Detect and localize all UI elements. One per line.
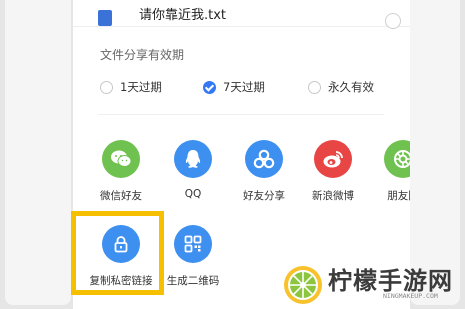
option-1-day[interactable]: 1天过期 (100, 78, 162, 96)
radio-icon[interactable] (308, 80, 321, 94)
option-7-days[interactable]: 7天过期 (203, 78, 265, 96)
weibo-icon (314, 140, 352, 178)
friend-share-icon (245, 140, 283, 178)
file-select-radio[interactable] (385, 13, 401, 29)
share-label: 朋友圈 (387, 190, 410, 202)
file-row[interactable]: 请你靠近我.txt (73, 0, 410, 29)
moments-icon (384, 140, 410, 178)
radio-checked-icon[interactable] (203, 80, 216, 94)
watermark-url: NINGMAKEUP.COM (383, 292, 438, 300)
share-label: QQ (184, 188, 202, 200)
validity-section-title: 文件分享有效期 (100, 48, 185, 62)
share-friend-button[interactable]: 好友分享 (228, 140, 300, 203)
share-label: 新浪微博 (312, 190, 354, 202)
file-icon (98, 10, 112, 26)
radio-icon[interactable] (100, 80, 113, 94)
share-moments-button[interactable]: 朋友圈 (367, 140, 410, 203)
share-wechat-button[interactable]: 微信好友 (85, 140, 157, 203)
option-permanent[interactable]: 永久有效 (308, 78, 374, 96)
file-name: 请你靠近我.txt (139, 8, 227, 23)
option-label: 7天过期 (223, 80, 265, 94)
share-label: 生成二维码 (166, 275, 220, 287)
background-card-right (410, 0, 460, 305)
lemon-logo-icon (284, 266, 322, 304)
generate-qr-code-button[interactable]: 生成二维码 (157, 225, 229, 288)
qq-icon (174, 140, 212, 178)
qr-code-icon (174, 225, 212, 263)
share-label: 好友分享 (243, 190, 285, 202)
share-label: 微信好友 (100, 190, 142, 202)
highlight-box (71, 211, 164, 295)
background-card-left (5, 0, 71, 305)
share-weibo-button[interactable]: 新浪微博 (297, 140, 369, 203)
option-label: 永久有效 (328, 80, 374, 94)
wechat-icon (102, 140, 140, 178)
option-label: 1天过期 (120, 80, 162, 94)
watermark-brand: 柠檬手游网 (328, 267, 453, 295)
share-qq-button[interactable]: QQ (157, 140, 229, 200)
divider (98, 114, 384, 115)
